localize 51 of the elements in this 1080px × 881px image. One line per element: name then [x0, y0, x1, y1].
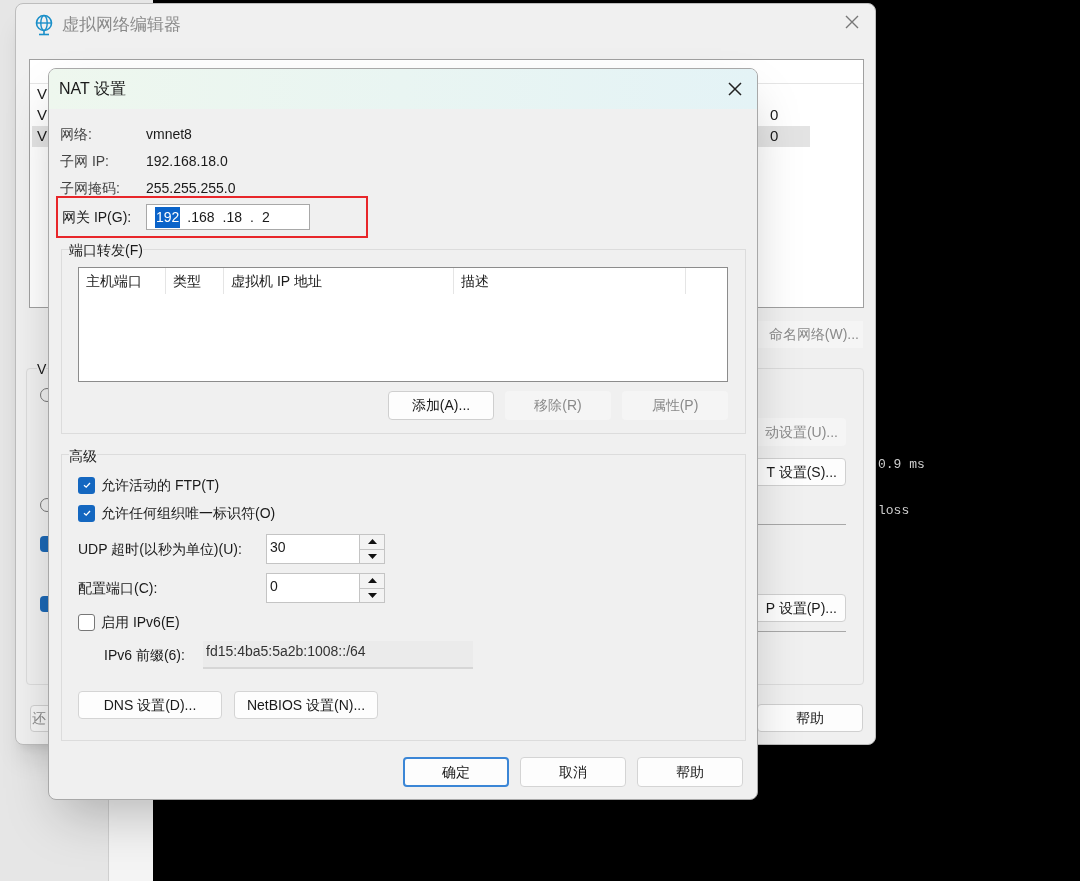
ip-octet: 192 [155, 206, 181, 228]
row-text: 0 [770, 126, 779, 147]
action-button[interactable]: 添加(A)... [388, 391, 494, 420]
dialog-button[interactable]: 确定 [403, 757, 509, 787]
dialog-button[interactable]: 帮助 [637, 757, 743, 787]
ip-octet: 2 [260, 207, 271, 227]
field-value: 255.255.255.0 [146, 179, 236, 198]
dialog-button[interactable]: 取消 [520, 757, 626, 787]
row-text: V [37, 126, 47, 147]
dialog-title: NAT 设置 [59, 79, 126, 99]
field-label: UDP 超时(以秒为单位)(U): [78, 539, 243, 559]
spinner-value: 0 [269, 577, 279, 596]
spinner-value: 30 [269, 538, 287, 557]
close-icon[interactable] [727, 81, 743, 97]
group-label: 端口转发(F) [69, 241, 143, 259]
row-text: V [37, 105, 47, 126]
field-label: 网关 IP(G): [62, 207, 133, 227]
window-title: 虚拟网络编辑器 [62, 14, 181, 36]
ip-octet: .18 [221, 207, 244, 227]
column-header[interactable]: 描述 [454, 268, 686, 294]
field-label: 子网掩码: [60, 179, 121, 198]
field-value: vmnet8 [146, 125, 192, 144]
globe-icon [34, 13, 54, 36]
checkbox[interactable] [78, 476, 95, 494]
checkbox-label: 启用 IPv6(E) [101, 612, 180, 632]
check-icon [81, 508, 92, 518]
column-header[interactable]: 类型 [166, 268, 224, 294]
checkbox-label: 允许任何组织唯一标识符(O) [101, 503, 276, 523]
number-spinner[interactable]: 0 [266, 573, 385, 603]
ip-octet: .168 [186, 207, 216, 227]
row-text: 0 [770, 105, 779, 126]
column-header[interactable]: 主机端口 [79, 268, 166, 294]
ip-address-field[interactable]: 192 .168 .18 . 2 [146, 204, 310, 230]
checkbox-label: 允许活动的 FTP(T) [101, 475, 220, 495]
checkbox[interactable] [78, 613, 95, 631]
field-label: IPv6 前缀(6): [104, 645, 186, 665]
number-spinner[interactable]: 30 [266, 534, 385, 564]
terminal-text: loss [878, 501, 911, 520]
field-label: 子网 IP: [60, 152, 110, 171]
terminal-text: 0.9 ms [878, 456, 925, 474]
checkbox[interactable] [78, 504, 95, 522]
group-label: 高级 [69, 447, 97, 465]
check-icon [81, 480, 92, 490]
field-value: 192.168.18.0 [146, 152, 228, 171]
settings-button[interactable]: NetBIOS 设置(N)... [234, 691, 378, 719]
column-header[interactable]: 虚拟机 IP 地址 [224, 268, 454, 294]
field-label: 网络: [60, 125, 93, 144]
field-label: 配置端口(C): [78, 578, 159, 598]
help-button[interactable]: 帮助 [757, 704, 863, 732]
ip-octet: . [249, 207, 255, 227]
settings-button[interactable]: DNS 设置(D)... [78, 691, 222, 719]
